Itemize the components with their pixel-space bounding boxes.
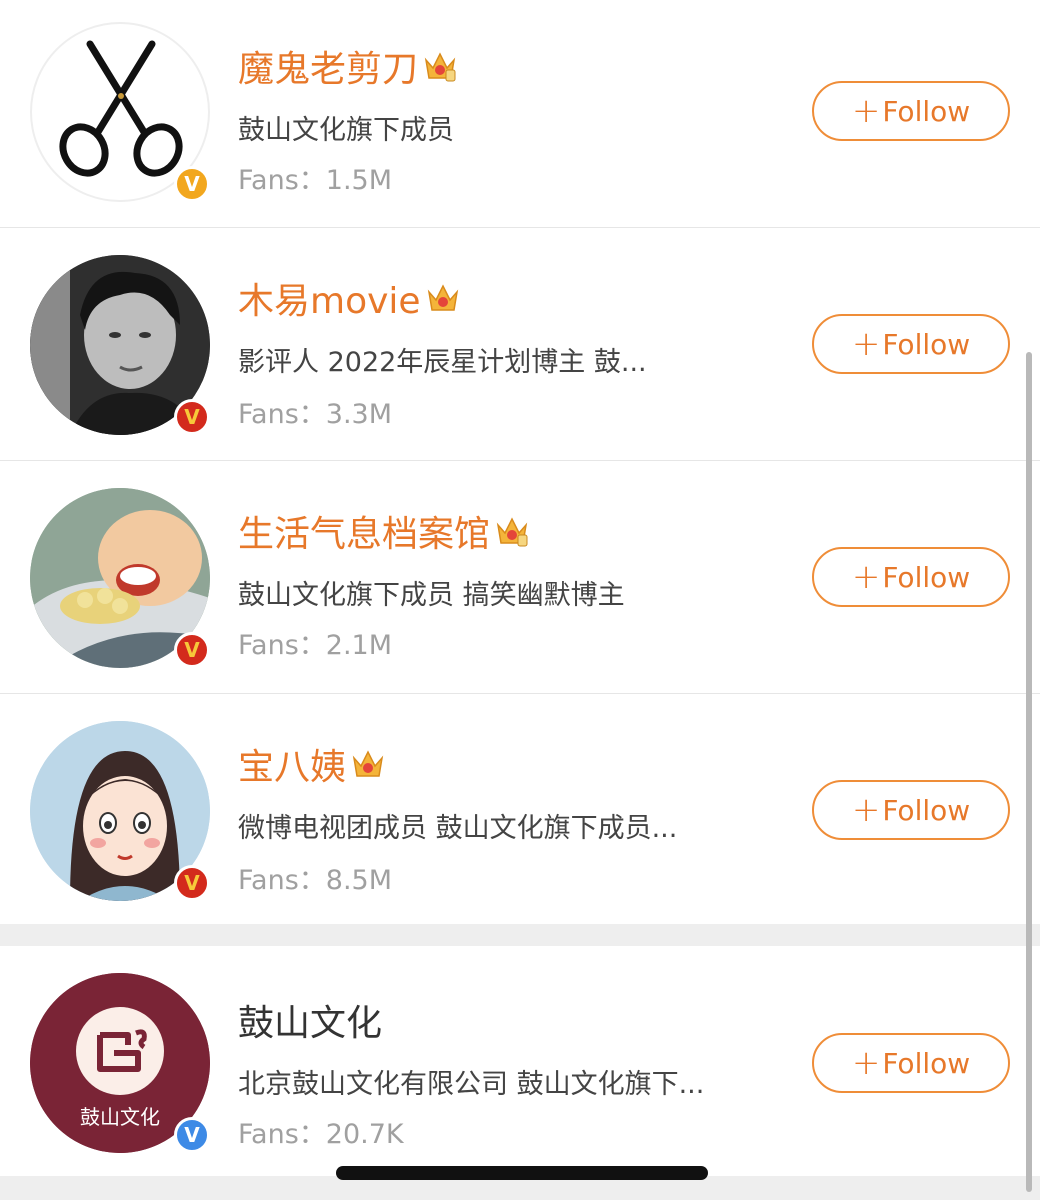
user-name[interactable]: 鼓山文化	[238, 994, 382, 1046]
crown-icon	[424, 52, 456, 82]
fans-count: Fans：3.3M	[238, 399, 393, 430]
user-name[interactable]: 木易movie	[238, 272, 461, 324]
home-indicator[interactable]	[336, 1166, 708, 1180]
user-description: 鼓山文化旗下成员	[238, 115, 454, 146]
avatar[interactable]: 鼓山文化 V	[30, 973, 210, 1153]
list-item[interactable]: V 魔鬼老剪刀 鼓山文化旗下成员 Fans：1.5M + Follow	[0, 0, 1040, 228]
plus-icon: +	[851, 91, 881, 131]
follow-button[interactable]: + Follow	[812, 1033, 1010, 1093]
user-name[interactable]: 宝八姨	[238, 738, 386, 790]
verified-badge-icon: V	[174, 865, 210, 901]
user-name[interactable]: 魔鬼老剪刀	[238, 40, 458, 92]
follow-button[interactable]: + Follow	[812, 314, 1010, 374]
crown-icon	[352, 750, 384, 777]
follow-button[interactable]: + Follow	[812, 81, 1010, 141]
list-item[interactable]: V 生活气息档案馆 鼓山文化旗下成员 搞笑幽默博主 Fans：2.1M + Fol…	[0, 461, 1040, 694]
plus-icon: +	[851, 324, 881, 364]
verified-badge-icon: V	[174, 166, 210, 202]
list-item[interactable]: V 木易movie 影评人 2022年辰星计划博主 鼓... Fans：3.3M…	[0, 228, 1040, 461]
fans-count: Fans：1.5M	[238, 165, 393, 196]
plus-icon: +	[851, 1043, 881, 1083]
avatar[interactable]: V	[30, 488, 210, 668]
section-divider	[0, 924, 1040, 946]
user-description: 微博电视团成员 鼓山文化旗下成员...	[238, 813, 678, 844]
fans-count: Fans：20.7K	[238, 1119, 404, 1150]
list-item[interactable]: 鼓山文化 V 鼓山文化 北京鼓山文化有限公司 鼓山文化旗下... Fans：20…	[0, 946, 1040, 1176]
scrollbar[interactable]	[1026, 352, 1032, 1192]
follow-button[interactable]: + Follow	[812, 547, 1010, 607]
avatar[interactable]: V	[30, 255, 210, 435]
crown-icon	[427, 284, 458, 311]
fans-count: Fans：2.1M	[238, 630, 393, 661]
plus-icon: +	[851, 790, 881, 830]
fans-count: Fans：8.5M	[238, 865, 393, 896]
verified-badge-icon: V	[174, 1117, 210, 1153]
user-description: 鼓山文化旗下成员 搞笑幽默博主	[238, 580, 625, 611]
list-item[interactable]: V 宝八姨 微博电视团成员 鼓山文化旗下成员... Fans：8.5M + Fol…	[0, 694, 1040, 924]
avatar[interactable]: V	[30, 721, 210, 901]
verified-badge-icon: V	[174, 632, 210, 668]
crown-icon	[496, 517, 528, 547]
follow-button[interactable]: + Follow	[812, 780, 1010, 840]
avatar[interactable]: V	[30, 22, 210, 202]
verified-badge-icon: V	[174, 399, 210, 435]
plus-icon: +	[851, 557, 881, 597]
user-description: 北京鼓山文化有限公司 鼓山文化旗下...	[238, 1069, 705, 1100]
user-name[interactable]: 生活气息档案馆	[238, 505, 530, 557]
user-description: 影评人 2022年辰星计划博主 鼓...	[238, 347, 647, 378]
